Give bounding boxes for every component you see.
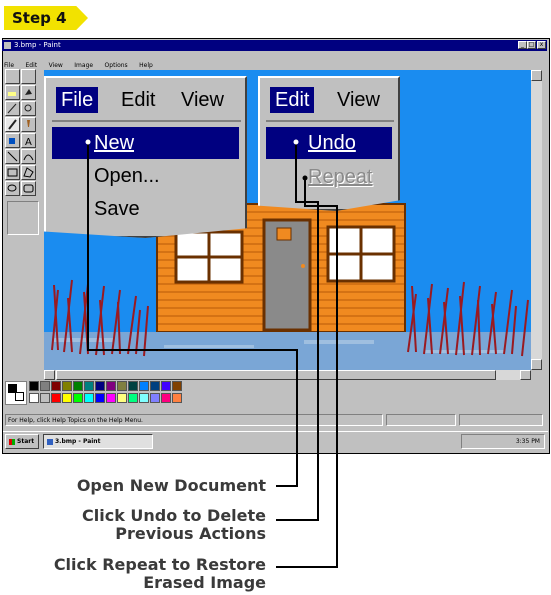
callout-undo-line2: Previous Actions bbox=[115, 524, 266, 543]
repeat-bullet-icon bbox=[302, 175, 308, 181]
callout-repeat-line1: Click Repeat to Restore bbox=[53, 555, 266, 574]
new-bullet-icon bbox=[85, 139, 91, 145]
callout-open-new: Open New Document bbox=[76, 476, 266, 495]
callout-repeat-line2: Erased Image bbox=[143, 573, 266, 592]
callout-undo-line1: Click Undo to Delete bbox=[82, 506, 266, 525]
undo-bullet-icon bbox=[293, 139, 299, 145]
